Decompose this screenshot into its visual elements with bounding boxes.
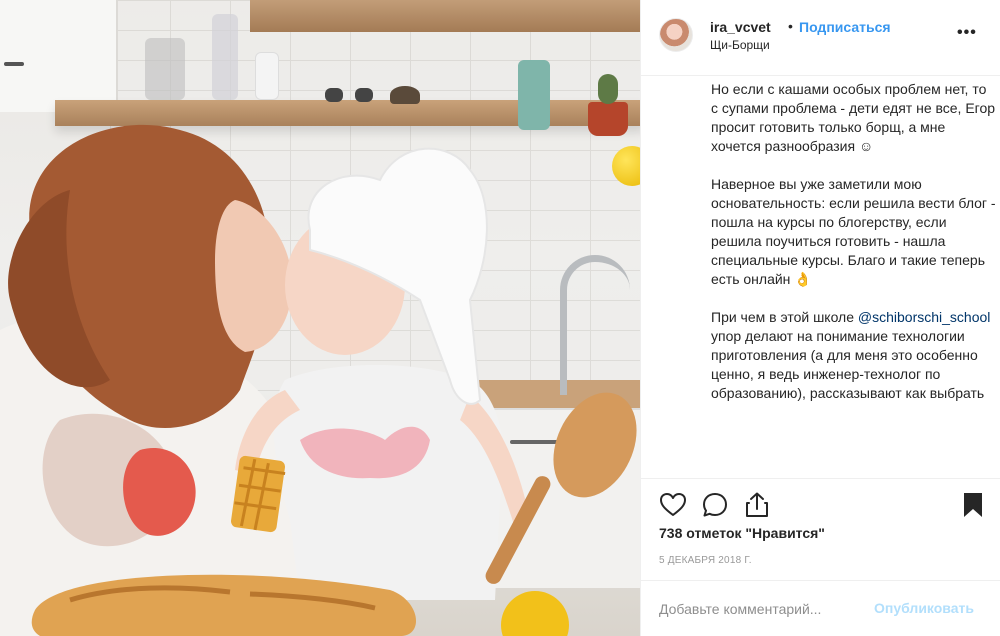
- caption-paragraph: Наверное вы уже заметили мою основательн…: [711, 176, 996, 287]
- photo-subjects: [0, 124, 637, 636]
- publish-button[interactable]: Опубликовать: [874, 600, 974, 616]
- mention-link[interactable]: @schiborschi_school: [858, 309, 991, 325]
- caption-text: упор делают на понимание технологии приг…: [711, 328, 985, 401]
- action-bar: [641, 478, 1000, 530]
- avatar[interactable]: [659, 18, 693, 52]
- share-icon[interactable]: [743, 491, 771, 519]
- likes-count[interactable]: 738 отметок "Нравится": [659, 525, 825, 541]
- post-header: ira_vcvet • Подписаться Щи-Борщи •••: [641, 0, 1000, 76]
- separator-dot: •: [788, 18, 793, 34]
- post-caption: Но если с кашами особых проблем нет, то …: [711, 80, 997, 476]
- comment-bar: Опубликовать: [641, 580, 1000, 636]
- caption-paragraph: При чем в этой школе @schiborschi_school…: [711, 308, 997, 403]
- comment-input[interactable]: [659, 599, 859, 619]
- caption-paragraph: Но если с кашами особых проблем нет, то …: [711, 81, 996, 154]
- follow-button[interactable]: Подписаться: [799, 19, 891, 35]
- post-photo[interactable]: [0, 0, 640, 636]
- heart-icon[interactable]: [659, 491, 687, 519]
- location-link[interactable]: Щи-Борщи: [710, 38, 770, 52]
- post-details-panel: ira_vcvet • Подписаться Щи-Борщи ••• Но …: [640, 0, 1000, 636]
- post-date[interactable]: 5 ДЕКАБРЯ 2018 Г.: [659, 555, 752, 566]
- comment-icon[interactable]: [701, 491, 729, 519]
- bookmark-icon[interactable]: [959, 491, 987, 519]
- caption-text: При чем в этой школе: [711, 309, 858, 325]
- username-link[interactable]: ira_vcvet: [710, 19, 771, 35]
- more-options-icon[interactable]: •••: [957, 24, 977, 42]
